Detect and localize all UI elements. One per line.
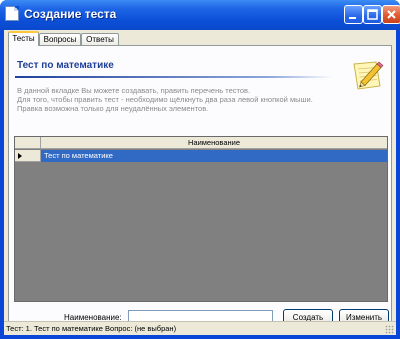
minimize-button[interactable] — [344, 5, 363, 24]
document-icon — [5, 6, 19, 21]
description: В данной вкладке Вы можете создавать, пр… — [17, 86, 347, 113]
status-text: Тест: 1. Тест по математике Вопрос: (не … — [6, 324, 177, 333]
window-title: Создание теста — [24, 7, 117, 21]
title-divider — [15, 76, 333, 78]
row-header[interactable] — [15, 150, 41, 162]
current-row-arrow-icon — [18, 153, 22, 159]
title-bar[interactable]: Создание теста — [0, 0, 400, 30]
page-title: Тест по математике — [17, 60, 114, 71]
table-cell-name[interactable]: Тест по математике — [41, 150, 387, 162]
grid-corner[interactable] — [15, 137, 41, 149]
maximize-icon — [367, 9, 378, 20]
column-header-name[interactable]: Наименование — [41, 137, 387, 149]
maximize-button[interactable] — [363, 5, 382, 24]
grid-header: Наименование — [15, 137, 387, 149]
description-line: В данной вкладке Вы можете создавать, пр… — [17, 86, 251, 95]
app-window: Создание теста Тесты Вопросы Ответы Тест… — [0, 0, 400, 339]
tab-panel-tests: Тест по математике В данной вкладке Вы м… — [8, 45, 392, 335]
close-icon — [387, 10, 396, 19]
client-area: Тесты Вопросы Ответы Тест по математике … — [4, 30, 396, 335]
close-button[interactable] — [382, 5, 400, 24]
tab-tests[interactable]: Тесты — [8, 31, 39, 46]
table-row[interactable]: Тест по математике — [15, 150, 387, 162]
status-bar: Тест: 1. Тест по математике Вопрос: (не … — [4, 321, 396, 335]
description-line: Правка возможна только для неудалённых э… — [17, 104, 209, 113]
resize-grip-icon[interactable] — [385, 325, 394, 334]
minimize-icon — [349, 17, 356, 19]
description-line: Для того, чтобы править тест - необходим… — [17, 95, 313, 104]
tests-grid[interactable]: Наименование Тест по математике — [14, 136, 388, 302]
pencil-note-icon — [353, 61, 384, 90]
